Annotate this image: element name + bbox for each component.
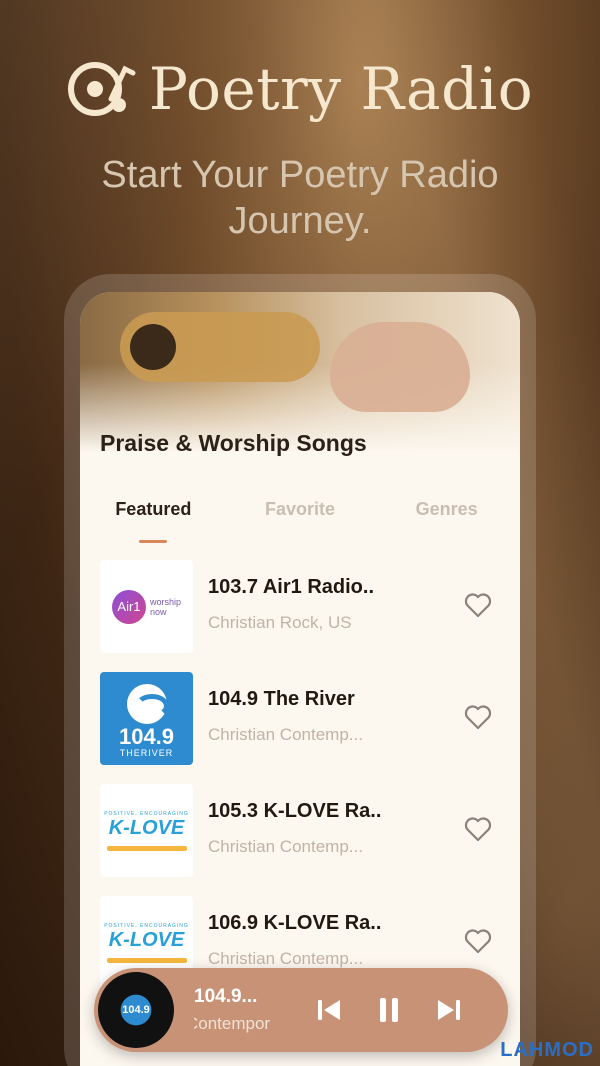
- favorite-heart-icon[interactable]: [464, 816, 492, 842]
- station-genre: Christian Contemp...: [208, 949, 363, 968]
- station-row[interactable]: Air1 worship now 103.7 Air1 Radio.. Chri…: [80, 560, 520, 672]
- app-screen: Praise & Worship Songs Featured Favorite…: [80, 292, 520, 1066]
- tagline: Start Your Poetry Radio Journey.: [0, 152, 600, 244]
- station-logo-air1: Air1 worship now: [100, 560, 193, 653]
- previous-icon[interactable]: [314, 995, 344, 1025]
- station-title: 106.9 K-LOVE Ra..: [208, 912, 382, 934]
- tagline-line-2: Journey.: [228, 200, 372, 242]
- disc-label: 104.9: [122, 1004, 150, 1016]
- tab-favorite[interactable]: Favorite: [227, 497, 374, 537]
- mini-player[interactable]: 104.9 104.9... Contempor: [94, 968, 508, 1052]
- tab-genres[interactable]: Genres: [373, 497, 520, 537]
- river-logo-sub: THERIVER: [119, 747, 174, 758]
- tagline-line-1: Start Your Poetry Radio: [101, 154, 499, 196]
- app-header: Poetry Radio: [0, 55, 600, 123]
- watermark: LAHMOD: [500, 1039, 594, 1061]
- guitar-soundhole: [130, 324, 176, 370]
- phone-mockup: Praise & Worship Songs Featured Favorite…: [64, 274, 536, 1066]
- tab-bar: Featured Favorite Genres: [80, 497, 520, 537]
- station-title: 105.3 K-LOVE Ra..: [208, 800, 382, 822]
- station-list: Air1 worship now 103.7 Air1 Radio.. Chri…: [80, 560, 520, 1008]
- tab-featured[interactable]: Featured: [80, 497, 227, 537]
- station-genre: Christian Contemp...: [208, 837, 363, 856]
- station-genre: Christian Contemp...: [208, 725, 363, 744]
- station-title: 103.7 Air1 Radio..: [208, 576, 374, 598]
- klove-logo-text: K-LOVE: [108, 928, 185, 951]
- klove-logo-text: K-LOVE: [108, 816, 185, 839]
- station-logo-klove: POSITIVE, ENCOURAGING K-LOVE: [100, 784, 193, 877]
- station-logo-river: 104.9 THERIVER: [100, 672, 193, 765]
- pause-icon[interactable]: [374, 995, 404, 1025]
- praying-hands-illustration: [330, 322, 470, 412]
- favorite-heart-icon[interactable]: [464, 592, 492, 618]
- app-title: Poetry Radio: [148, 55, 534, 123]
- station-genre: Christian Rock, US: [208, 613, 352, 632]
- banner-image: [80, 292, 520, 452]
- favorite-heart-icon[interactable]: [464, 928, 492, 954]
- station-row[interactable]: 104.9 THERIVER 104.9 The River Christian…: [80, 672, 520, 784]
- radio-disc-icon: [67, 62, 136, 116]
- air1-logo-sub2: now: [149, 606, 167, 617]
- favorite-heart-icon[interactable]: [464, 704, 492, 730]
- next-icon[interactable]: [434, 995, 464, 1025]
- now-playing-disc: 104.9: [98, 972, 174, 1048]
- banner-title: Praise & Worship Songs: [100, 430, 367, 456]
- air1-logo-sub1: worship: [149, 596, 181, 607]
- station-title: 104.9 The River: [208, 688, 355, 710]
- river-logo-number: 104.9: [118, 723, 175, 749]
- now-playing-title: 104.9...: [194, 986, 258, 1007]
- air1-logo-text: Air1: [111, 589, 146, 624]
- station-row[interactable]: POSITIVE, ENCOURAGING K-LOVE 105.3 K-LOV…: [80, 784, 520, 896]
- now-playing-genre: Contempor: [194, 1014, 271, 1033]
